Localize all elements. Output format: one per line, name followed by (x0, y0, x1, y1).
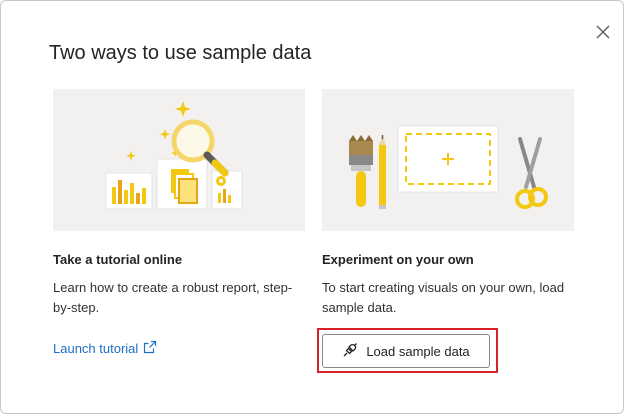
plug-icon (342, 342, 358, 361)
charts-with-magnifier-illustration (53, 89, 305, 231)
experiment-heading: Experiment on your own (322, 252, 474, 267)
close-icon[interactable] (593, 22, 613, 42)
dialog-title: Two ways to use sample data (49, 42, 312, 64)
brush-pencil-canvas-scissors-illustration (322, 89, 574, 231)
launch-tutorial-label: Launch tutorial (53, 341, 139, 356)
tutorial-card: Take a tutorial online Learn how to crea… (53, 89, 305, 318)
tutorial-heading: Take a tutorial online (53, 252, 183, 267)
experiment-description: To start creating visuals on your own, l… (322, 280, 565, 315)
load-sample-data-button[interactable]: Load sample data (322, 334, 490, 368)
external-link-icon (143, 340, 157, 357)
sample-data-dialog: Two ways to use sample data Take a tutor… (0, 0, 624, 414)
tutorial-description: Learn how to create a robust report, ste… (53, 280, 293, 315)
load-sample-data-label: Load sample data (366, 343, 470, 359)
launch-tutorial-link[interactable]: Launch tutorial (53, 340, 157, 357)
experiment-card: Experiment on your own To start creating… (322, 89, 574, 318)
